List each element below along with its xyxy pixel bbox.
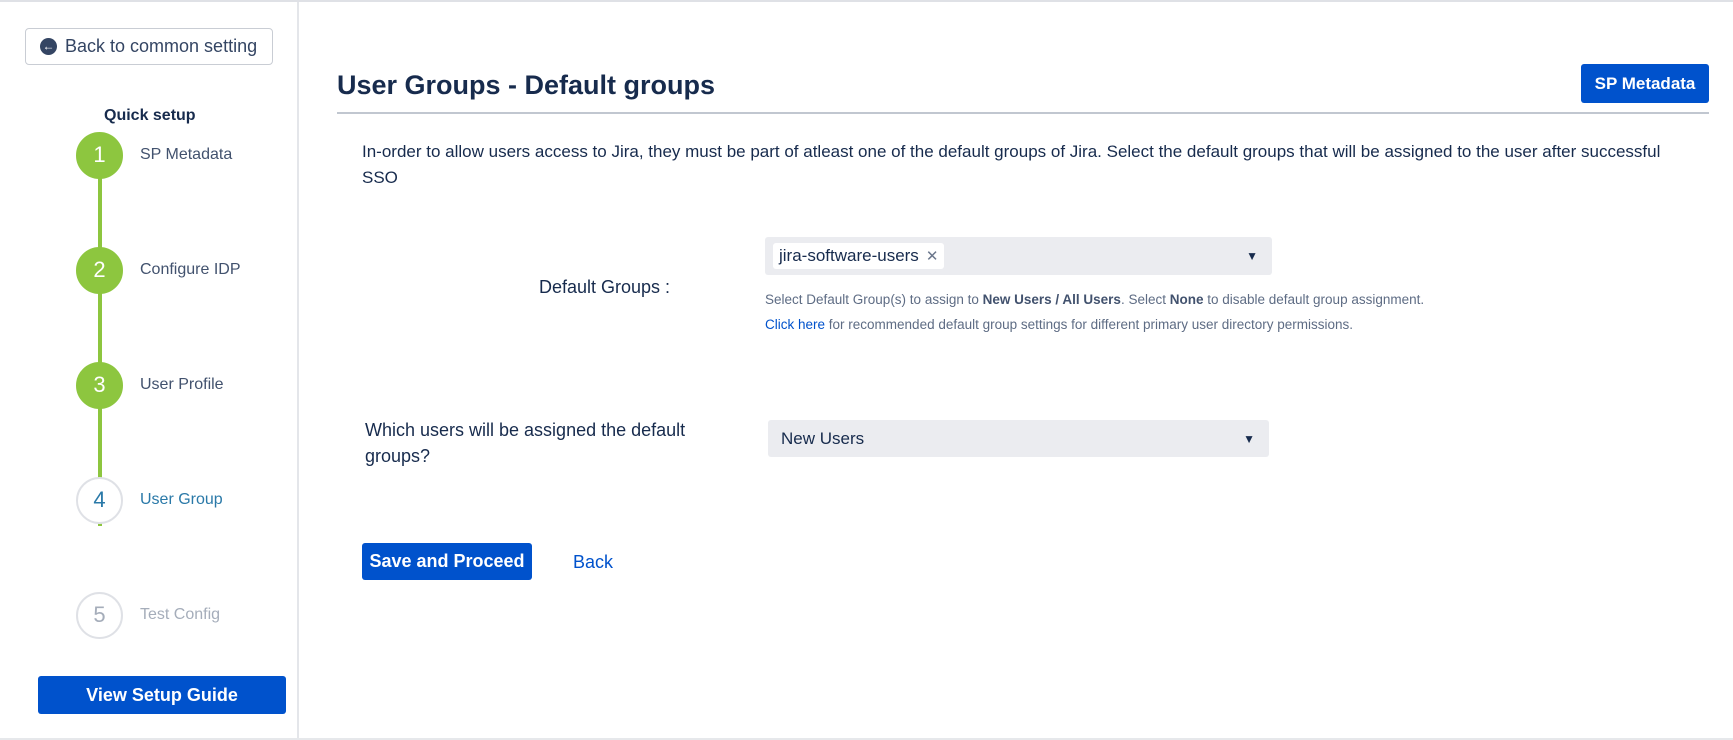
step-number-circle: 2	[76, 246, 123, 294]
help-text-bold: None	[1169, 292, 1204, 307]
step-number-circle: 4	[76, 476, 123, 524]
step-user-profile[interactable]: 3 User Profile	[76, 361, 336, 409]
chevron-down-icon: ▼	[1243, 431, 1255, 446]
help-text-part: Select Default Group(s) to assign to	[765, 292, 983, 307]
step-number-circle: 1	[76, 131, 123, 179]
intro-text: In-order to allow users access to Jira, …	[362, 142, 1661, 187]
help-text-part: for recommended default group settings f…	[825, 317, 1354, 332]
default-groups-multiselect[interactable]: jira-software-users ✕ ▼	[765, 237, 1272, 275]
save-and-proceed-button[interactable]: Save and Proceed	[362, 543, 532, 580]
quick-setup-title: Quick setup	[104, 107, 196, 124]
recommended-settings-help: Click here for recommended default group…	[765, 317, 1353, 332]
step-label: Test Config	[140, 606, 221, 623]
step-number-circle: 5	[76, 591, 123, 639]
help-text-part: . Select	[1120, 292, 1170, 307]
group-tag: jira-software-users ✕	[773, 243, 945, 269]
step-label: User Group	[140, 491, 223, 508]
step-label: SP Metadata	[140, 146, 233, 163]
page-title: User Groups - Default groups	[337, 70, 716, 100]
click-here-link[interactable]: Click here	[765, 317, 825, 332]
help-text-part: to disable default group assignment.	[1203, 292, 1425, 307]
back-to-common-setting-button[interactable]: ← Back to common setting	[25, 28, 273, 65]
progress-line	[98, 156, 102, 526]
step-user-group[interactable]: 4 User Group	[76, 476, 336, 524]
default-groups-label: Default Groups :	[539, 277, 671, 297]
back-link[interactable]: Back	[573, 552, 613, 573]
help-text-bold: New Users / All Users	[982, 292, 1121, 307]
group-tag-label: jira-software-users	[779, 246, 919, 265]
step-number-circle: 3	[76, 361, 123, 409]
assign-users-label: Which users will be assigned the default…	[365, 420, 686, 466]
default-groups-help-text: Select Default Group(s) to assign to New…	[765, 292, 1424, 307]
back-button-label: Back to common setting	[65, 36, 258, 56]
step-configure-idp[interactable]: 2 Configure IDP	[76, 246, 336, 294]
sp-metadata-button[interactable]: SP Metadata	[1581, 64, 1709, 103]
step-label: User Profile	[140, 376, 224, 393]
title-divider	[337, 112, 1709, 114]
step-sp-metadata[interactable]: 1 SP Metadata	[76, 131, 336, 179]
assign-users-select[interactable]: New Users ▼	[768, 420, 1269, 457]
arrow-left-circle-icon: ←	[40, 38, 57, 55]
step-test-config[interactable]: 5 Test Config	[76, 591, 336, 639]
chevron-down-icon: ▼	[1246, 249, 1258, 263]
assign-users-selected-value: New Users	[781, 428, 865, 448]
step-label: Configure IDP	[140, 261, 241, 278]
close-icon[interactable]: ✕	[926, 247, 939, 265]
view-setup-guide-button[interactable]: View Setup Guide	[38, 676, 286, 714]
sidebar: ← Back to common setting Quick setup 1 S…	[0, 2, 299, 738]
